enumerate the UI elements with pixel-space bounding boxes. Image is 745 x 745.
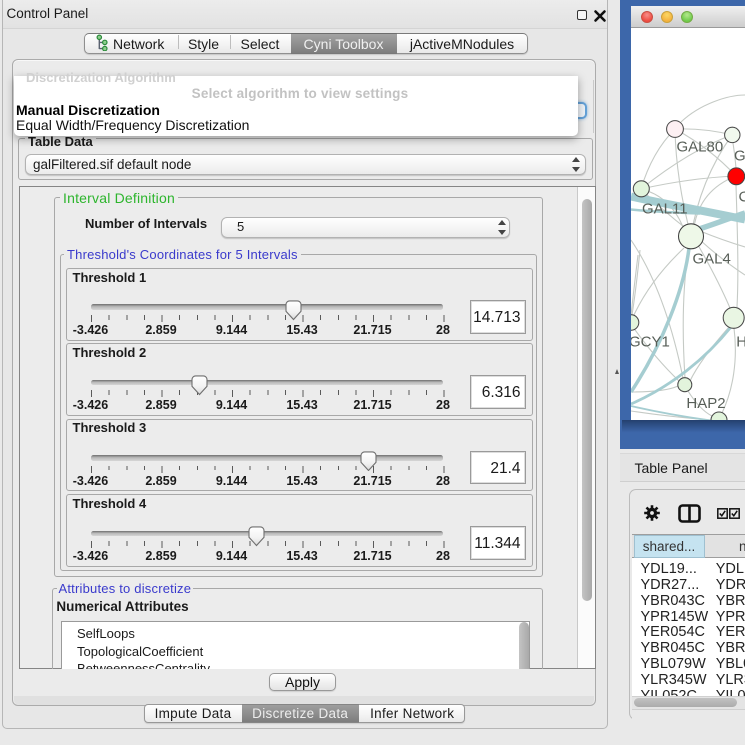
svg-text:GA: GA xyxy=(734,148,745,165)
svg-text:GAL80: GAL80 xyxy=(677,139,724,156)
svg-text:HAP2: HAP2 xyxy=(686,395,725,412)
svg-text:GAL11: GAL11 xyxy=(642,200,688,217)
svg-text:CY: CY xyxy=(739,189,745,206)
svg-text:GCY1: GCY1 xyxy=(631,334,670,351)
svg-text:GAL4: GAL4 xyxy=(693,251,731,268)
svg-text:H: H xyxy=(736,334,745,351)
